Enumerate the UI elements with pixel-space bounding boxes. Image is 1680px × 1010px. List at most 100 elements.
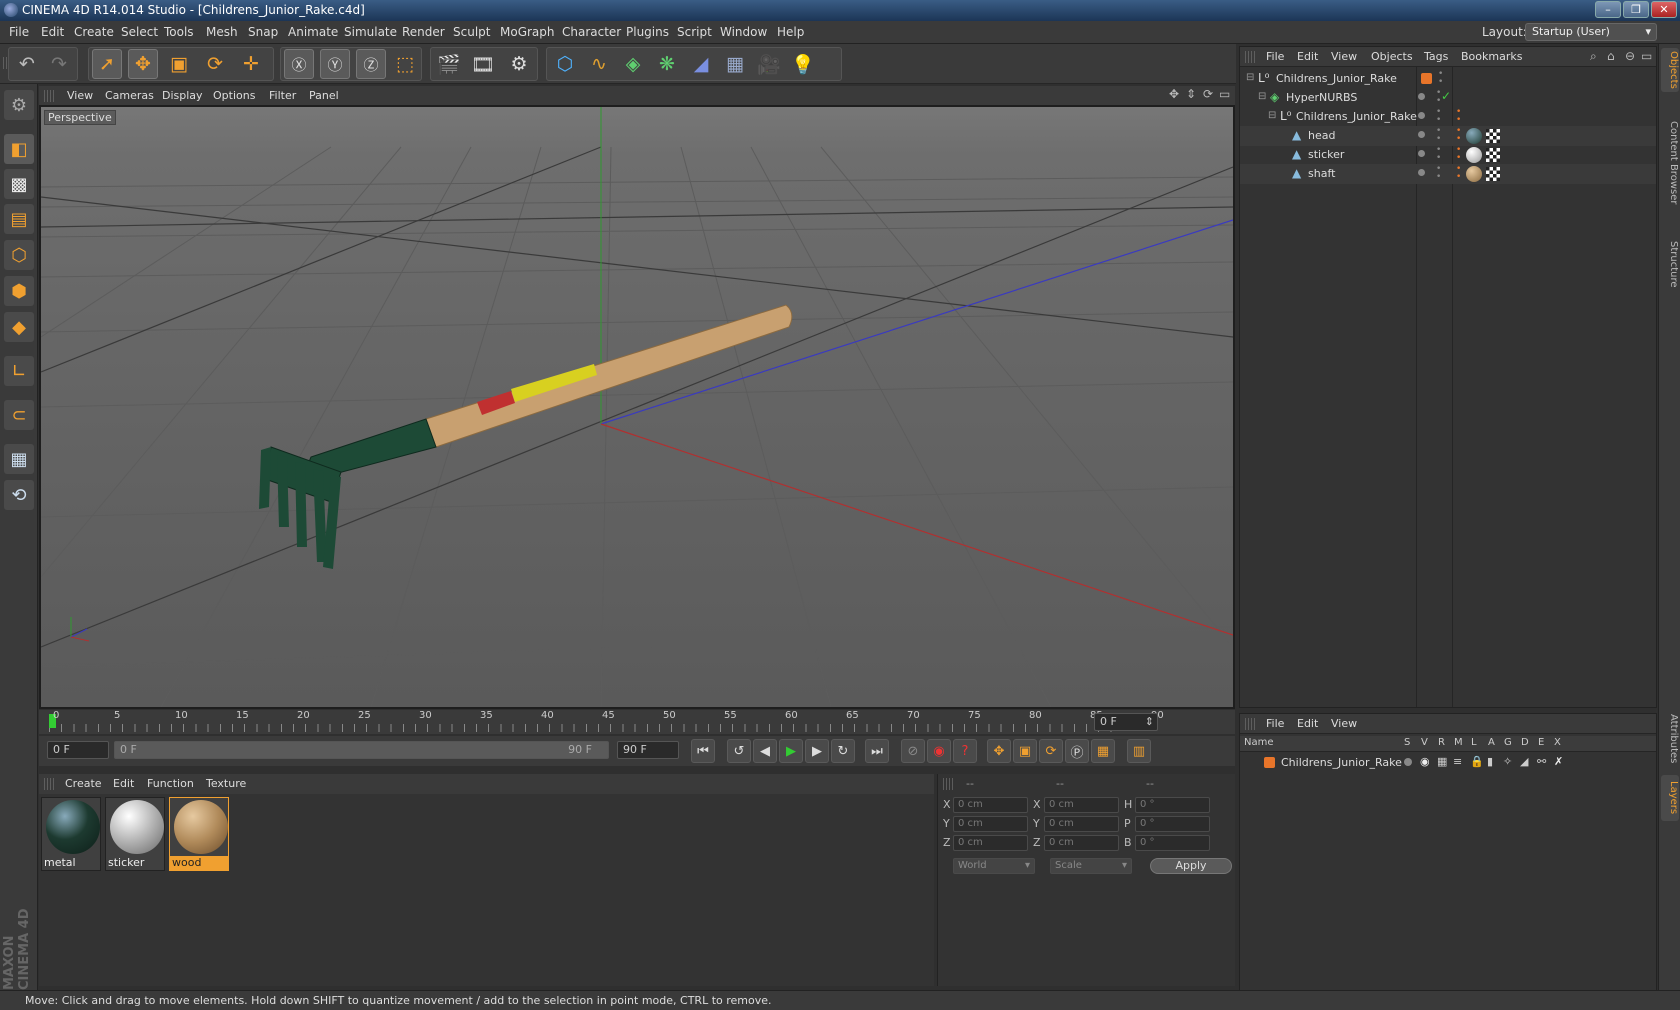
viewport-maximize-icon[interactable]: ▭: [1219, 87, 1230, 101]
camera-icon[interactable]: 🎥: [754, 49, 784, 79]
undo-icon[interactable]: ↶: [12, 49, 42, 79]
next-key-icon[interactable]: ↻: [831, 739, 855, 763]
viewport-menu-panel[interactable]: Panel: [309, 89, 339, 102]
menu-window[interactable]: Window: [720, 25, 767, 39]
menu-plugins[interactable]: Plugins: [626, 25, 669, 39]
apply-button[interactable]: Apply: [1150, 858, 1232, 874]
home-icon[interactable]: ⌂: [1607, 49, 1615, 63]
viewport-menu-filter[interactable]: Filter: [269, 89, 296, 102]
end-frame-field[interactable]: 90 F: [617, 741, 679, 759]
scene-floor-icon[interactable]: ▦: [720, 49, 750, 79]
x-axis-lock-icon[interactable]: Ⓧ: [284, 49, 314, 79]
menu-snap[interactable]: Snap: [248, 25, 278, 39]
timeline-window-icon[interactable]: ▥: [1127, 739, 1151, 763]
material-menu-edit[interactable]: Edit: [113, 777, 134, 790]
key-parameter-icon[interactable]: Ⓟ: [1065, 739, 1089, 763]
viewport-zoom-icon[interactable]: ⇕: [1186, 87, 1196, 101]
material-tag-icon[interactable]: [1466, 128, 1482, 144]
solo-toggle[interactable]: [1404, 758, 1412, 766]
menu-animate[interactable]: Animate: [288, 25, 338, 39]
size-z-field[interactable]: 0 cm: [1044, 835, 1119, 851]
object-row-head[interactable]: ▲ head • • • •: [1240, 126, 1656, 146]
next-frame-icon[interactable]: ▶: [805, 739, 829, 763]
new-view-icon[interactable]: ▭: [1641, 49, 1652, 63]
material-sticker[interactable]: sticker: [105, 797, 165, 871]
menu-simulate[interactable]: Simulate: [344, 25, 397, 39]
menu-sculpt[interactable]: Sculpt: [453, 25, 490, 39]
key-position-icon[interactable]: ✥: [987, 739, 1011, 763]
scale-tool-icon[interactable]: ▣: [164, 49, 194, 79]
record-keys-icon[interactable]: ⊘: [901, 739, 925, 763]
uvw-tag-icon[interactable]: [1486, 148, 1500, 162]
render-settings-icon[interactable]: ⚙: [504, 49, 534, 79]
array-icon[interactable]: ❋: [652, 49, 682, 79]
cube-object-icon[interactable]: ⬡: [550, 49, 580, 79]
model-mode-icon[interactable]: ◧: [4, 134, 34, 164]
tab-structure[interactable]: Structure: [1661, 234, 1679, 294]
viewport-menu-cameras[interactable]: Cameras: [105, 89, 154, 102]
key-rotation-icon[interactable]: ⟳: [1039, 739, 1063, 763]
snap-workplane-icon[interactable]: ▦: [4, 444, 34, 474]
xref-toggle-icon[interactable]: ✗: [1554, 755, 1563, 768]
layer-menu-file[interactable]: File: [1266, 717, 1284, 730]
tab-attributes[interactable]: Attributes: [1661, 709, 1679, 769]
lock-icon[interactable]: 🔒: [1470, 755, 1484, 768]
close-button[interactable]: ✕: [1651, 1, 1677, 18]
object-row-root[interactable]: ⊟ L⁰ Childrens_Junior_Rake • •: [1240, 69, 1656, 89]
viewport-menu-view[interactable]: View: [67, 89, 93, 102]
menu-mograph[interactable]: MoGraph: [500, 25, 555, 39]
move-tool-icon[interactable]: ✥: [128, 49, 158, 79]
edges-mode-icon[interactable]: ⬢: [4, 276, 34, 306]
go-to-start-icon[interactable]: ⏮: [691, 739, 715, 763]
menu-character[interactable]: Character: [562, 25, 621, 39]
perspective-viewport[interactable]: Perspective: [39, 105, 1235, 709]
add-tool-icon[interactable]: ✛: [236, 49, 266, 79]
spline-icon[interactable]: ∿: [584, 49, 614, 79]
position-x-field[interactable]: 0 cm: [953, 797, 1028, 813]
previous-key-icon[interactable]: ↺: [727, 739, 751, 763]
position-y-field[interactable]: 0 cm: [953, 816, 1028, 832]
uvw-tag-icon[interactable]: [1486, 129, 1500, 143]
tab-layers[interactable]: Layers: [1661, 775, 1679, 821]
coordinate-system-icon[interactable]: ⬚: [390, 49, 420, 79]
menu-create[interactable]: Create: [74, 25, 114, 39]
material-metal[interactable]: metal: [41, 797, 101, 871]
collapse-icon[interactable]: ⊖: [1625, 49, 1635, 63]
light-icon[interactable]: 💡: [788, 49, 818, 79]
points-mode-icon[interactable]: ⬡: [4, 240, 34, 270]
material-menu-create[interactable]: Create: [65, 777, 102, 790]
rotation-p-field[interactable]: 0 °: [1135, 816, 1210, 832]
uvw-tag-icon[interactable]: [1486, 167, 1500, 181]
render-view-icon[interactable]: 🎬: [434, 49, 464, 79]
menu-render[interactable]: Render: [402, 25, 445, 39]
keyframe-selection-icon[interactable]: ?: [953, 739, 977, 763]
objects-menu-objects[interactable]: Objects: [1371, 50, 1413, 63]
material-menu-function[interactable]: Function: [147, 777, 194, 790]
material-wood[interactable]: wood: [169, 797, 229, 871]
previous-frame-icon[interactable]: ◀: [753, 739, 777, 763]
animation-toggle-icon[interactable]: ▮: [1487, 755, 1493, 768]
go-to-end-icon[interactable]: ⏭: [865, 739, 889, 763]
z-axis-lock-icon[interactable]: Ⓩ: [356, 49, 386, 79]
play-icon[interactable]: ▶: [779, 739, 803, 763]
menu-tools[interactable]: Tools: [164, 25, 194, 39]
autokey-icon[interactable]: ◉: [927, 739, 951, 763]
y-axis-lock-icon[interactable]: Ⓨ: [320, 49, 350, 79]
objects-menu-tags[interactable]: Tags: [1424, 50, 1448, 63]
menu-select[interactable]: Select: [121, 25, 158, 39]
menu-mesh[interactable]: Mesh: [206, 25, 238, 39]
expressions-toggle-icon[interactable]: ⚯: [1537, 755, 1546, 768]
viewport-menu-display[interactable]: Display: [162, 89, 203, 102]
rotation-h-field[interactable]: 0 °: [1135, 797, 1210, 813]
timeline-ruler[interactable]: 051015202530354045505560657075808590 0 F…: [39, 710, 1235, 734]
make-editable-icon[interactable]: ⚙: [4, 90, 34, 120]
layer-menu-view[interactable]: View: [1331, 717, 1357, 730]
locked-workplane-icon[interactable]: ⟲: [4, 480, 34, 510]
material-tag-icon[interactable]: [1466, 147, 1482, 163]
menu-edit[interactable]: Edit: [41, 25, 64, 39]
rotate-tool-icon[interactable]: ⟳: [200, 49, 230, 79]
layer-row[interactable]: Childrens_Junior_Rake ◉ ▦ ≡ 🔒 ▮ ✧ ◢ ⚯ ✗: [1240, 754, 1656, 772]
objects-menu-view[interactable]: View: [1331, 50, 1357, 63]
tag-icon[interactable]: • •: [1456, 108, 1461, 125]
deformers-toggle-icon[interactable]: ◢: [1520, 755, 1528, 768]
